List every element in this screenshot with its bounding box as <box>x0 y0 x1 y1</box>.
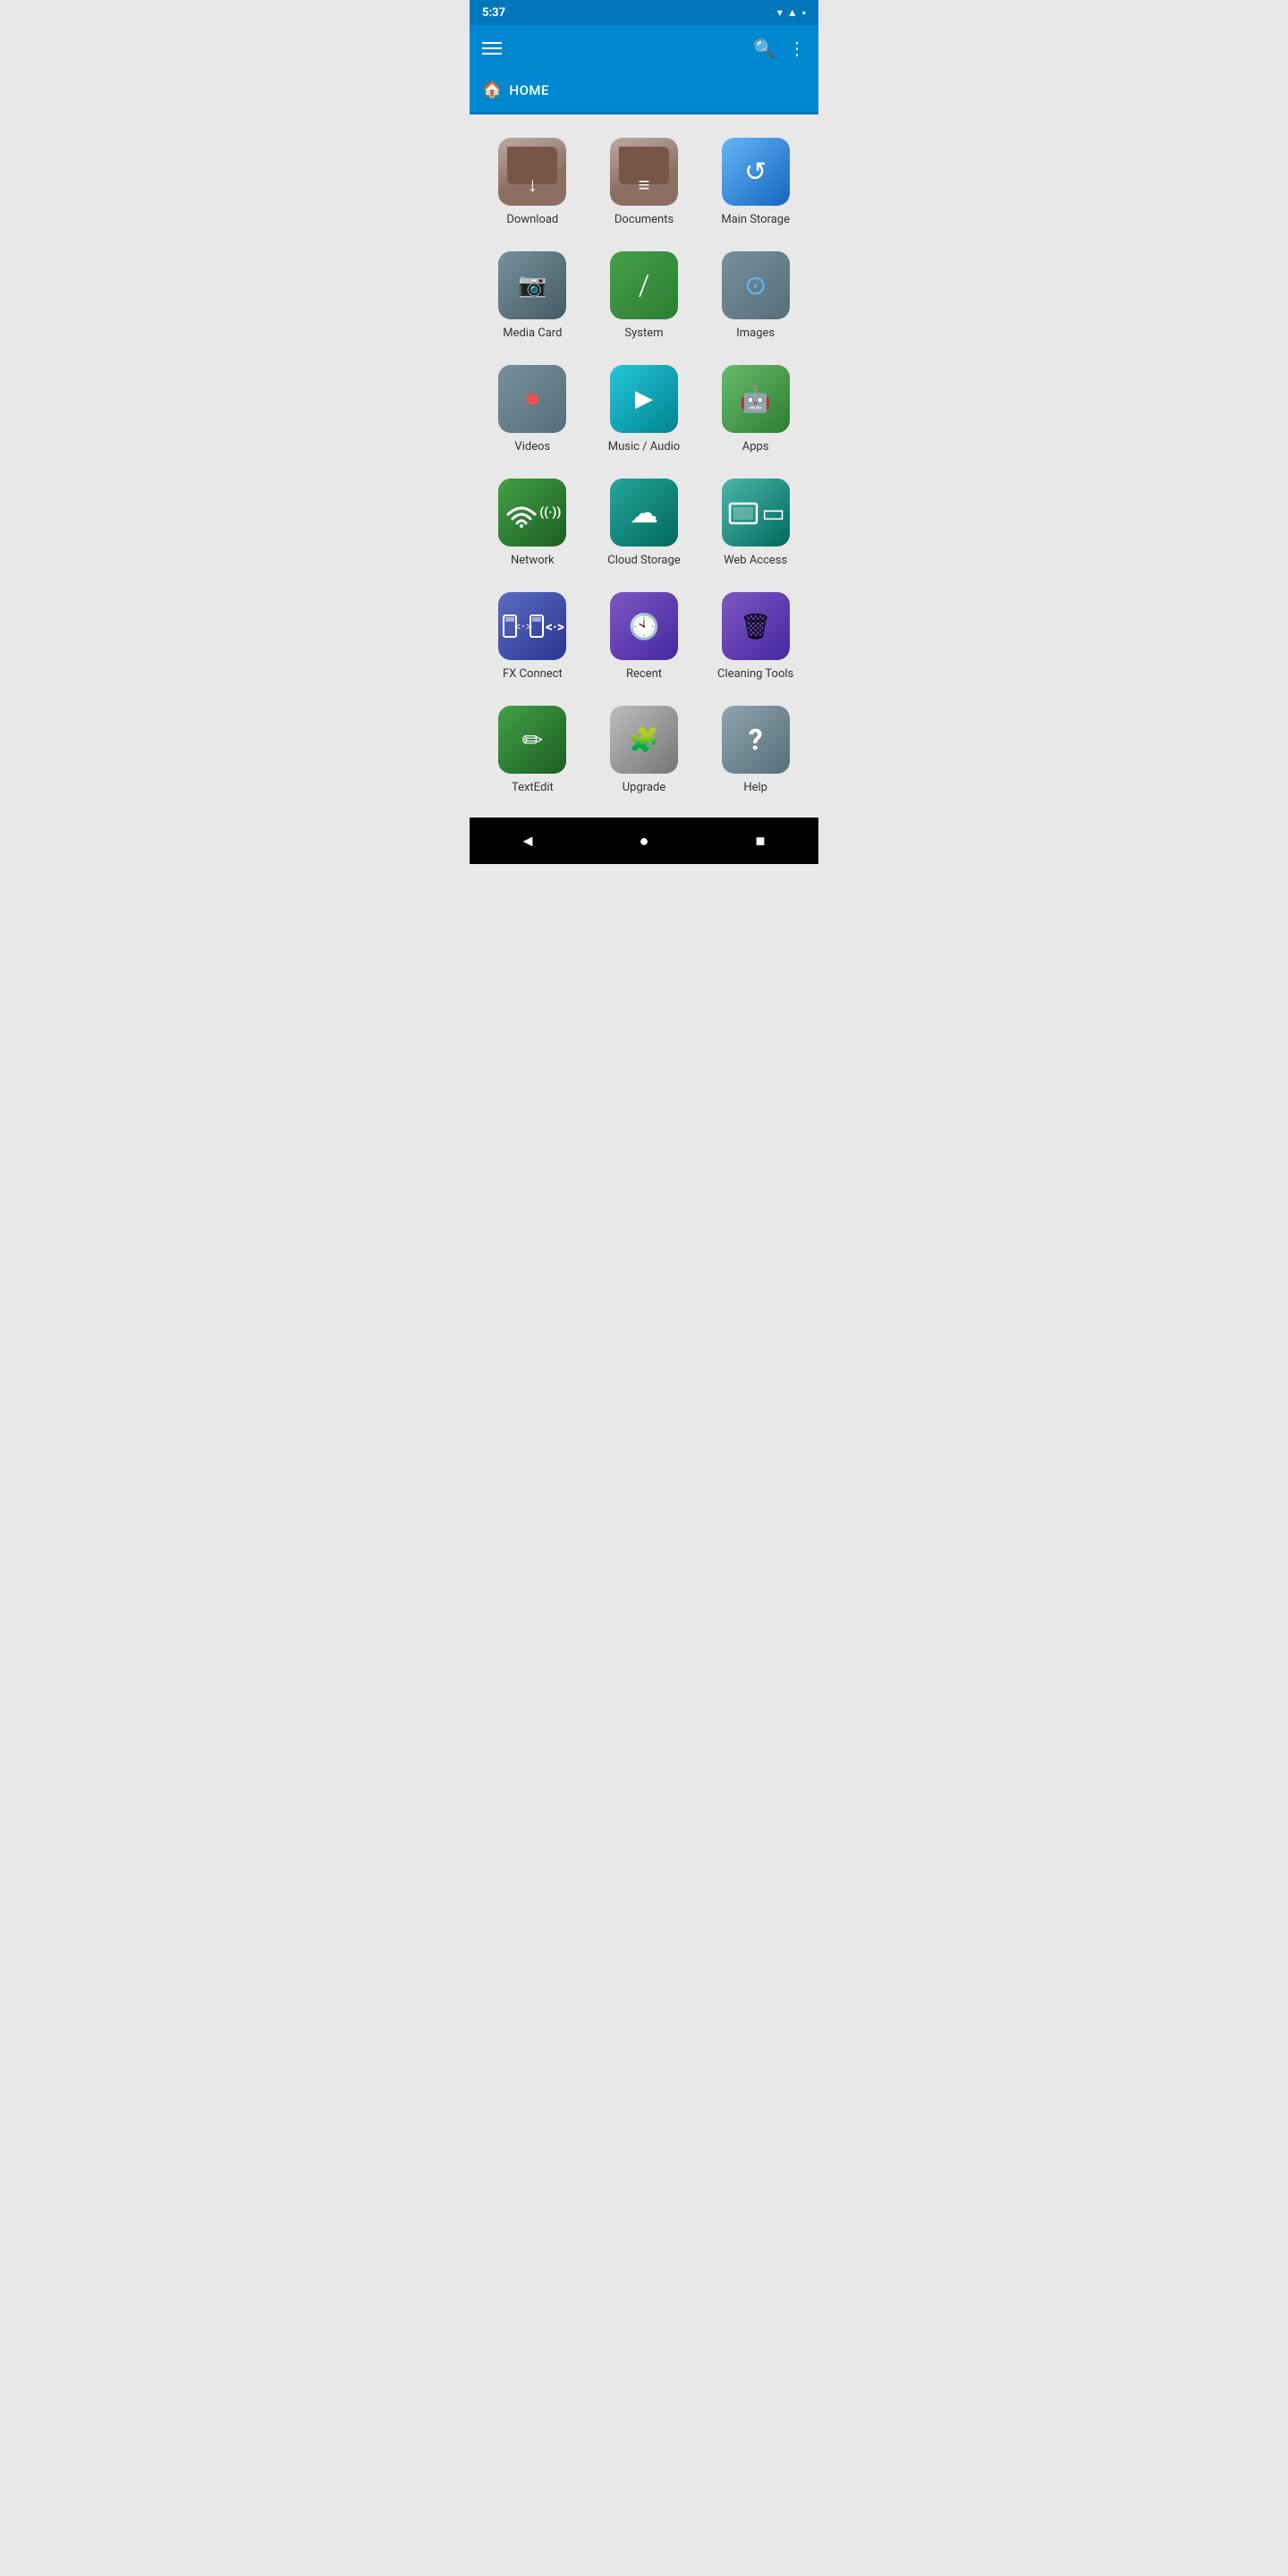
search-icon[interactable]: 🔍 <box>753 38 775 59</box>
media-card-label: Media Card <box>503 326 562 340</box>
bottom-navigation: ◄ ● ■ <box>470 818 818 864</box>
recents-button[interactable]: ■ <box>742 827 778 854</box>
page-title: HOME <box>509 82 549 98</box>
more-options-icon[interactable]: ⋮ <box>788 38 806 59</box>
textedit-label: TextEdit <box>512 781 554 794</box>
toolbar: 🔍 ⋮ <box>470 25 818 72</box>
cleaning-tools-label: Cleaning Tools <box>717 667 793 681</box>
home-button[interactable]: ● <box>626 827 662 854</box>
status-bar: 5:37 ▾ ▲ ▪ <box>470 0 818 25</box>
grid-item-media-card[interactable]: Media Card <box>477 239 589 352</box>
web-access-label: Web Access <box>724 554 787 567</box>
apps-icon <box>722 365 790 433</box>
grid-item-web-access[interactable]: Web Access <box>699 466 811 580</box>
back-button[interactable]: ◄ <box>510 827 546 854</box>
main-storage-label: Main Storage <box>721 213 790 226</box>
fx-connect-icon: <·> <box>498 592 566 660</box>
grid-item-recent[interactable]: Recent <box>589 580 700 693</box>
music-audio-label: Music / Audio <box>608 440 681 453</box>
network-label: Network <box>511 554 555 567</box>
upgrade-icon <box>610 706 678 774</box>
download-icon <box>498 138 566 206</box>
battery-icon: ▪ <box>802 6 806 19</box>
videos-icon <box>498 365 566 433</box>
apps-label: Apps <box>742 440 769 453</box>
svg-text:<·>: <·> <box>514 621 532 632</box>
videos-label: Videos <box>514 440 550 453</box>
help-icon <box>722 706 790 774</box>
grid-item-videos[interactable]: Videos <box>477 352 589 466</box>
grid-item-help[interactable]: Help <box>699 693 811 807</box>
cloud-storage-icon <box>610 479 678 547</box>
images-label: Images <box>736 326 775 340</box>
recent-label: Recent <box>626 667 662 681</box>
grid-item-main-storage[interactable]: Main Storage <box>699 125 811 239</box>
fx-connect-label: FX Connect <box>503 667 563 681</box>
grid-item-apps[interactable]: Apps <box>699 352 811 466</box>
main-storage-icon <box>722 138 790 206</box>
download-label: Download <box>506 213 558 226</box>
toolbar-right: 🔍 ⋮ <box>753 38 806 59</box>
grid-item-documents[interactable]: Documents <box>589 125 700 239</box>
network-icon <box>498 479 566 547</box>
cloud-storage-label: Cloud Storage <box>607 554 680 567</box>
system-icon <box>610 251 678 319</box>
documents-label: Documents <box>614 213 674 226</box>
upgrade-label: Upgrade <box>623 781 665 794</box>
textedit-icon <box>498 706 566 774</box>
grid-item-images[interactable]: Images <box>699 239 811 352</box>
breadcrumb: 🏠 HOME <box>470 72 818 112</box>
wifi-icon: ▾ <box>777 6 783 19</box>
app-grid: Download Documents Main Storage Media Ca… <box>470 114 818 818</box>
status-icons: ▾ ▲ ▪ <box>777 6 806 19</box>
cleaning-tools-icon <box>722 592 790 660</box>
grid-item-cloud-storage[interactable]: Cloud Storage <box>589 466 700 580</box>
help-label: Help <box>743 781 767 794</box>
system-label: System <box>624 326 663 340</box>
media-card-icon <box>498 251 566 319</box>
web-access-icon <box>722 479 790 547</box>
grid-item-download[interactable]: Download <box>477 125 589 239</box>
status-time: 5:37 <box>482 6 505 20</box>
recent-icon <box>610 592 678 660</box>
grid-item-network[interactable]: Network <box>477 466 589 580</box>
grid-item-music-audio[interactable]: Music / Audio <box>589 352 700 466</box>
grid-item-upgrade[interactable]: Upgrade <box>589 693 700 807</box>
signal-icon: ▲ <box>787 6 798 19</box>
images-icon <box>722 251 790 319</box>
home-icon: 🏠 <box>482 80 502 99</box>
grid-item-cleaning-tools[interactable]: Cleaning Tools <box>699 580 811 693</box>
documents-icon <box>610 138 678 206</box>
grid-item-textedit[interactable]: TextEdit <box>477 693 589 807</box>
hamburger-menu-button[interactable] <box>482 42 502 55</box>
grid-item-fx-connect[interactable]: <·> FX Connect <box>477 580 589 693</box>
grid-item-system[interactable]: System <box>589 239 700 352</box>
toolbar-left <box>482 42 502 55</box>
music-audio-icon <box>610 365 678 433</box>
